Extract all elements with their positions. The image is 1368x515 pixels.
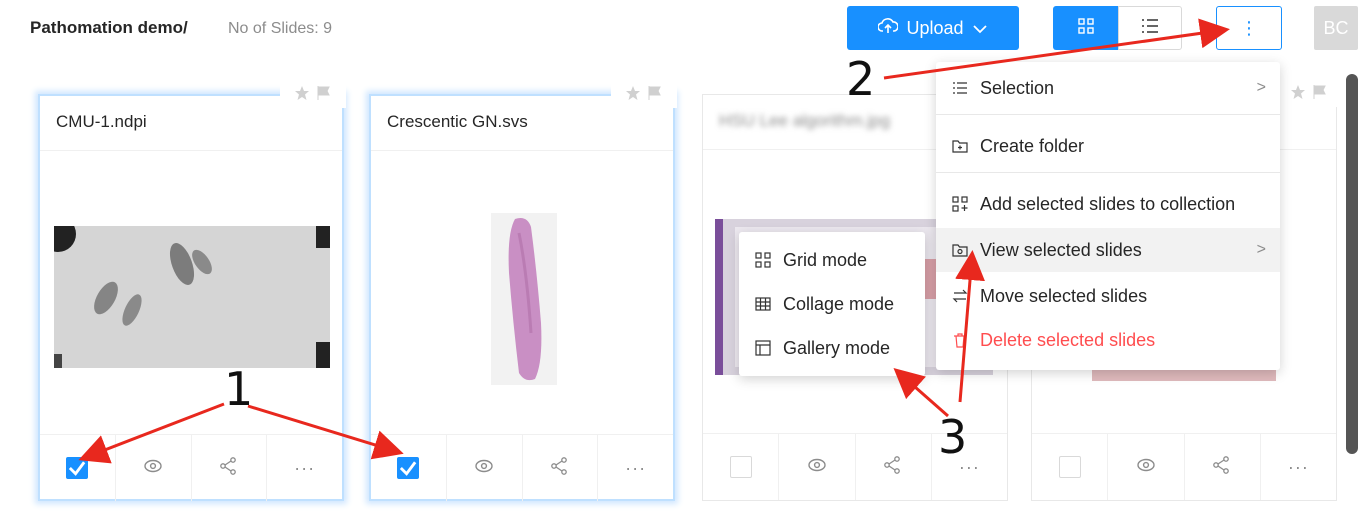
share-button[interactable] bbox=[523, 435, 599, 501]
select-checkbox-cell[interactable] bbox=[703, 434, 780, 500]
eye-icon bbox=[807, 455, 827, 480]
ellipsis-icon: ··· bbox=[1287, 456, 1309, 477]
submenu-item-gallery-mode[interactable]: Gallery mode bbox=[739, 326, 925, 370]
grid-icon bbox=[1077, 17, 1094, 39]
menu-item-move-selected[interactable]: Move selected slides bbox=[936, 274, 1280, 318]
chevron-down-icon bbox=[972, 18, 988, 39]
star-icon[interactable] bbox=[1290, 84, 1306, 105]
menu-item-selection[interactable]: Selection > bbox=[936, 66, 1280, 110]
slide-card-crescentic-gn[interactable]: Crescentic GN.svs ··· bbox=[369, 82, 677, 501]
card-title[interactable]: CMU-1.ndpi bbox=[56, 112, 147, 132]
slide-card-cmu-1[interactable]: CMU-1.ndpi ··· bbox=[38, 82, 346, 501]
ellipsis-icon: ··· bbox=[294, 457, 316, 478]
menu-item-view-selected[interactable]: View selected slides > bbox=[936, 228, 1280, 272]
select-checkbox-cell[interactable] bbox=[40, 435, 116, 501]
more-actions-button[interactable]: ··· bbox=[1261, 434, 1336, 500]
list-view-button[interactable] bbox=[1118, 6, 1182, 50]
annotation-number-1: 1 bbox=[224, 362, 254, 416]
divider bbox=[371, 150, 673, 151]
card-title[interactable]: HSU Lee algorithm.jpg bbox=[719, 111, 890, 131]
scrollbar[interactable] bbox=[1346, 74, 1358, 454]
upload-label: Upload bbox=[906, 17, 964, 38]
menu-item-delete-selected[interactable]: Delete selected slides bbox=[936, 318, 1280, 362]
table-icon bbox=[755, 296, 771, 312]
card-corner-actions bbox=[611, 82, 677, 108]
submenu-item-collage-mode[interactable]: Collage mode bbox=[739, 282, 925, 326]
breadcrumb[interactable]: Pathomation demo/ bbox=[30, 18, 188, 38]
menu-item-add-to-collection[interactable]: Add selected slides to collection bbox=[936, 182, 1280, 226]
vertical-ellipsis-icon: ⋮ bbox=[1240, 17, 1258, 38]
slide-count: No of Slides: 9 bbox=[228, 20, 333, 37]
select-checkbox[interactable] bbox=[397, 457, 420, 479]
cloud-upload-icon bbox=[877, 17, 900, 40]
share-icon bbox=[883, 455, 903, 480]
folder-view-icon bbox=[952, 242, 968, 258]
upload-button[interactable]: Upload bbox=[847, 6, 1019, 50]
flag-icon[interactable] bbox=[316, 85, 332, 106]
share-button[interactable] bbox=[856, 434, 932, 500]
view-button[interactable] bbox=[447, 435, 523, 501]
eye-icon bbox=[474, 456, 494, 481]
list-icon bbox=[952, 80, 968, 96]
flag-icon[interactable] bbox=[647, 85, 663, 106]
select-checkbox-cell[interactable] bbox=[1032, 434, 1109, 500]
eye-icon bbox=[1136, 455, 1156, 480]
select-checkbox[interactable] bbox=[66, 457, 89, 479]
avatar[interactable]: BC bbox=[1314, 6, 1358, 50]
more-actions-button[interactable]: ··· bbox=[598, 435, 673, 501]
view-mode-submenu: Grid mode Collage mode Gallery mode bbox=[739, 232, 925, 376]
chevron-right-icon: > bbox=[1256, 79, 1266, 96]
trash-icon bbox=[952, 332, 968, 348]
share-icon bbox=[550, 456, 570, 481]
list-icon bbox=[1141, 18, 1159, 39]
ellipsis-icon: ··· bbox=[625, 457, 647, 478]
select-checkbox-cell[interactable] bbox=[371, 435, 447, 501]
card-actions: ··· bbox=[371, 435, 673, 501]
eye-icon bbox=[143, 456, 163, 481]
menu-divider bbox=[936, 114, 1280, 115]
select-checkbox[interactable] bbox=[729, 456, 752, 478]
slide-thumbnail[interactable] bbox=[491, 213, 557, 385]
card-corner-actions bbox=[1276, 81, 1342, 107]
star-icon[interactable] bbox=[294, 85, 310, 106]
swap-icon bbox=[952, 288, 968, 304]
menu-item-create-folder[interactable]: Create folder bbox=[936, 124, 1280, 168]
layout-icon bbox=[755, 340, 771, 356]
share-button[interactable] bbox=[1185, 434, 1261, 500]
view-button[interactable] bbox=[1108, 434, 1185, 500]
card-title[interactable]: Crescentic GN.svs bbox=[387, 112, 528, 132]
divider bbox=[40, 150, 342, 151]
card-corner-actions bbox=[280, 82, 346, 108]
annotation-number-3: 3 bbox=[938, 410, 968, 464]
more-options-button[interactable]: ⋮ bbox=[1216, 6, 1282, 50]
folder-add-icon bbox=[952, 138, 968, 154]
share-icon bbox=[1212, 455, 1232, 480]
more-actions-button[interactable]: ··· bbox=[267, 435, 342, 501]
more-options-menu: Selection > Create folder Add selected s… bbox=[936, 62, 1280, 370]
share-icon bbox=[219, 456, 239, 481]
add-collection-icon bbox=[952, 196, 968, 212]
star-icon[interactable] bbox=[625, 85, 641, 106]
share-button[interactable] bbox=[192, 435, 268, 501]
annotation-number-2: 2 bbox=[846, 52, 876, 106]
menu-divider bbox=[936, 172, 1280, 173]
grid-view-button[interactable] bbox=[1053, 6, 1118, 50]
view-button[interactable] bbox=[116, 435, 192, 501]
card-actions: ··· bbox=[40, 435, 342, 501]
select-checkbox[interactable] bbox=[1058, 456, 1081, 478]
chevron-right-icon: > bbox=[1256, 241, 1266, 258]
flag-icon[interactable] bbox=[1312, 84, 1328, 105]
grid-icon bbox=[755, 252, 771, 268]
view-button[interactable] bbox=[779, 434, 856, 500]
slide-thumbnail[interactable] bbox=[40, 216, 330, 368]
card-actions: ··· bbox=[1032, 434, 1336, 500]
submenu-item-grid-mode[interactable]: Grid mode bbox=[739, 238, 925, 282]
